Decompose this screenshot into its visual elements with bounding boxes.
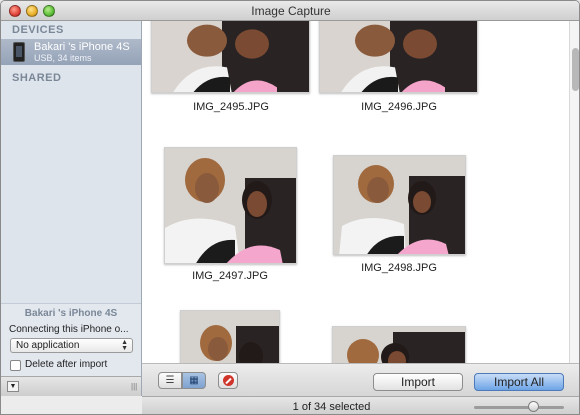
resize-grip-icon[interactable]: ||| — [131, 382, 137, 391]
import-button[interactable]: Import — [373, 373, 463, 391]
list-view-button[interactable]: ☰ — [158, 372, 182, 389]
delete-after-import-label: Delete after import — [25, 359, 108, 370]
delete-after-import-checkbox[interactable] — [10, 360, 21, 371]
sidebar: DEVICES Bakari 's iPhone 4S USB, 34 item… — [1, 21, 142, 396]
device-name: Bakari 's iPhone 4S — [34, 41, 130, 53]
grid-view-button[interactable]: ▦ — [182, 372, 206, 389]
settings-device-title: Bakari 's iPhone 4S — [24, 308, 118, 319]
sidebar-item-device[interactable]: Bakari 's iPhone 4S USB, 34 items — [1, 39, 141, 65]
grid-icon: ▦ — [189, 375, 199, 386]
photo-filename: IMG_2495.JPG — [193, 101, 269, 113]
photo-filename: IMG_2496.JPG — [361, 101, 437, 113]
delete-icon — [223, 375, 234, 386]
photo-filename: IMG_2497.JPG — [192, 270, 268, 282]
photo-thumbnail[interactable] — [151, 21, 310, 93]
scrollbar-thumb[interactable] — [572, 48, 579, 91]
device-subtitle: USB, 34 items — [34, 53, 92, 63]
image-capture-window: Image Capture DEVICES Bakari 's iPhone 4… — [0, 0, 580, 415]
delete-button[interactable] — [218, 372, 238, 389]
list-icon: ☰ — [165, 375, 175, 386]
updown-arrows-icon: ▲ ▼ — [121, 339, 128, 352]
status-bar: 1 of 34 selected — [142, 396, 579, 414]
photo-thumbnail[interactable] — [180, 310, 280, 363]
title-bar: Image Capture — [1, 1, 579, 21]
sidebar-footer: ▼ ||| — [1, 376, 141, 396]
sidebar-menu-icon[interactable]: ▼ — [7, 381, 19, 392]
connect-action-label: Connecting this iPhone o... — [9, 324, 129, 335]
photo-thumbnail[interactable] — [332, 326, 466, 363]
connect-application-select[interactable]: No application ▲ ▼ — [10, 338, 133, 353]
thumbnail-size-knob[interactable] — [527, 401, 539, 412]
photo-filename: IMG_2498.JPG — [361, 262, 437, 274]
shared-heading: SHARED — [12, 72, 62, 84]
vertical-scrollbar[interactable] — [569, 21, 579, 363]
photo-thumbnail[interactable] — [164, 147, 297, 264]
bottom-toolbar: ☰ ▦ Import Import All — [142, 363, 579, 396]
iphone-icon — [13, 42, 25, 62]
select-value: No application — [16, 340, 80, 351]
devices-heading: DEVICES — [12, 24, 64, 36]
photo-thumbnail[interactable] — [319, 21, 478, 93]
window-title: Image Capture — [251, 4, 331, 18]
photo-grid: IMG_2495.JPG IMG_2496.JPG IMG_2497.JPG I… — [142, 21, 569, 363]
import-all-button[interactable]: Import All — [474, 373, 564, 391]
thumbnail-size-slider[interactable] — [474, 406, 564, 409]
photo-thumbnail[interactable] — [333, 155, 466, 255]
